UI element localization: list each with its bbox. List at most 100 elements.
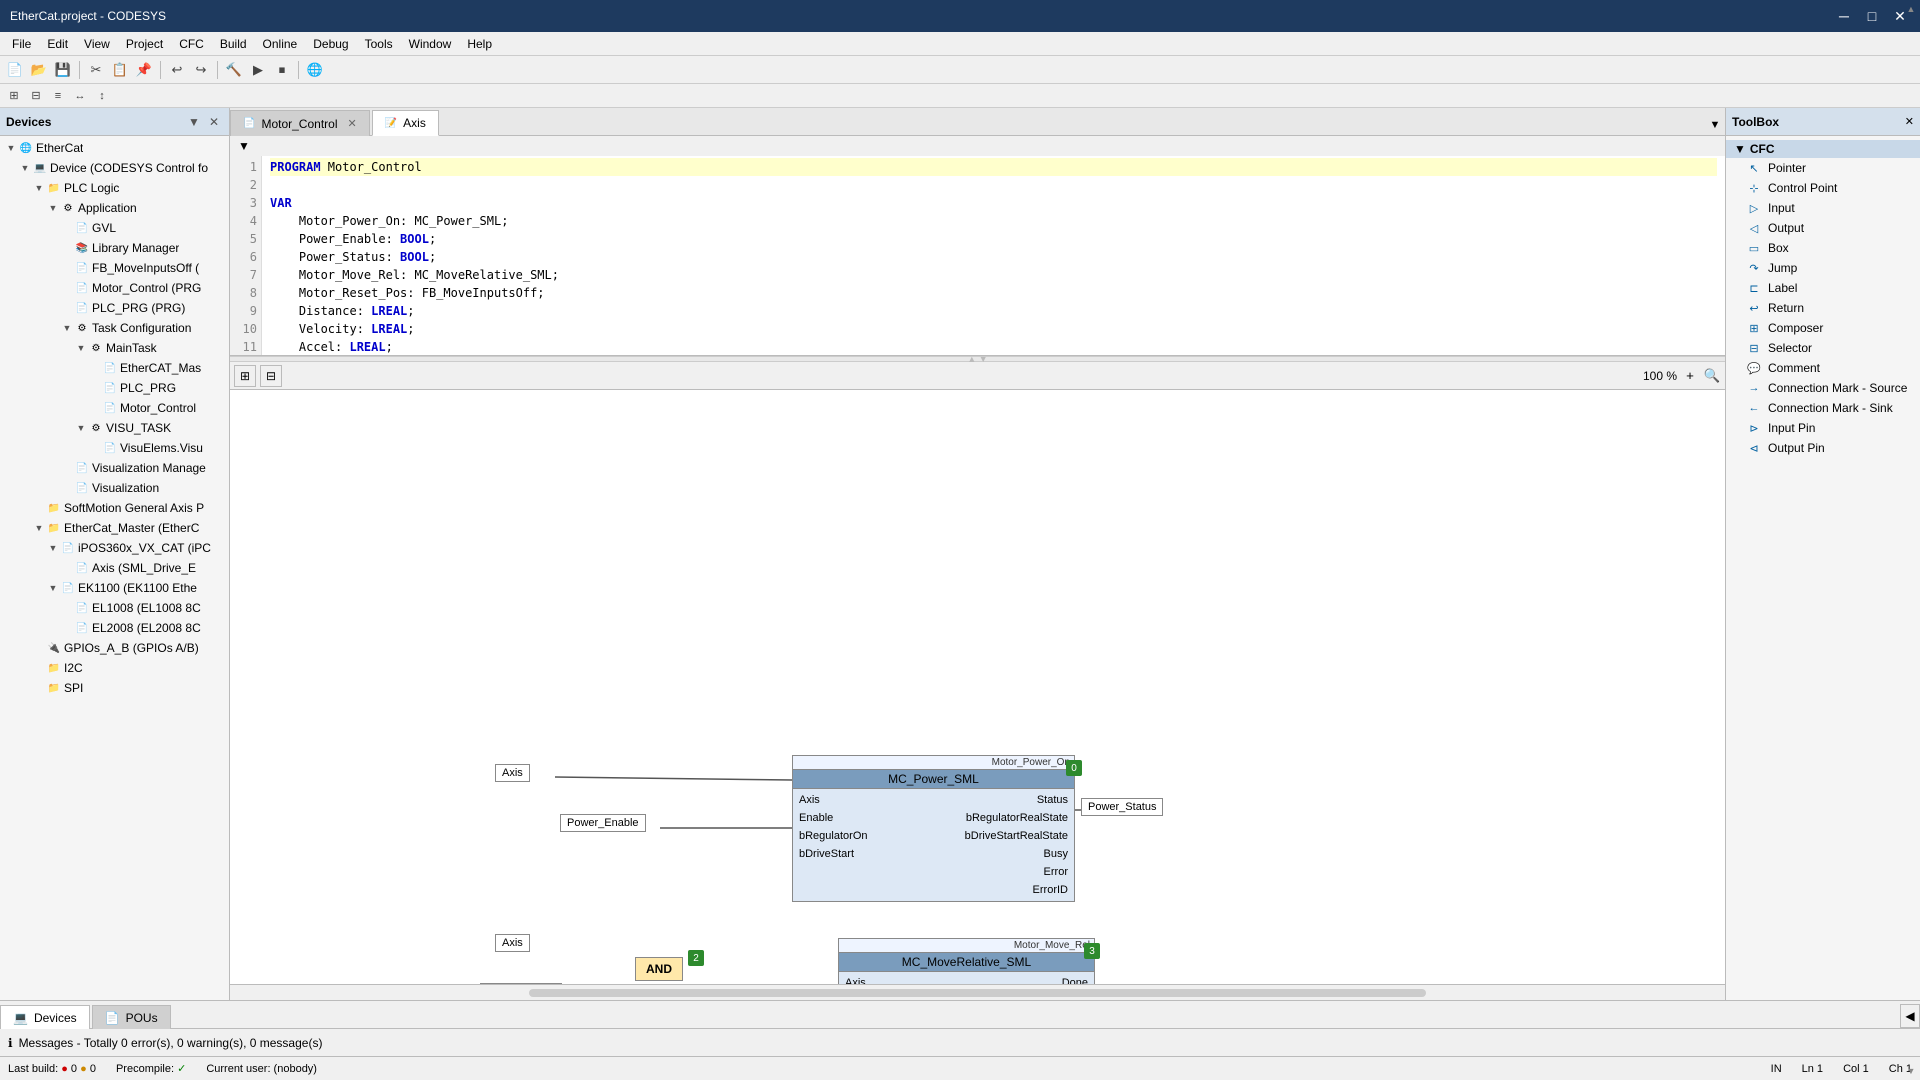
paste-btn[interactable]: 📌 [133,59,155,81]
tree-expand-arrow[interactable]: ▼ [60,323,74,333]
tree-item[interactable]: 📄PLC_PRG [0,378,229,398]
toolbox-item-jump[interactable]: ↷Jump [1726,258,1920,278]
tree-item[interactable]: 📄Axis (SML_Drive_E [0,558,229,578]
cfc-canvas[interactable]: Motor_Power_On MC_Power_SML Axis Enable … [230,390,1725,984]
code-text[interactable]: PROGRAM Motor_Control VAR Motor_Power_On… [262,156,1725,355]
tab-motor-control[interactable]: 📄 Motor_Control ✕ [230,110,370,136]
toolbox-item-box[interactable]: ▭Box [1726,238,1920,258]
cut-btn[interactable]: ✂ [85,59,107,81]
tree-item[interactable]: 📁SPI [0,678,229,698]
tree-item[interactable]: 📄FB_MoveInputsOff ( [0,258,229,278]
tb2-btn3[interactable]: ≡ [48,86,68,106]
panel-close-btn[interactable]: ✕ [205,113,223,131]
code-collapse[interactable]: ▼ [230,139,258,153]
toolbox-item-connection-mark---source[interactable]: →Connection Mark - Source [1726,378,1920,398]
tree-item[interactable]: 📄Motor_Control [0,398,229,418]
new-btn[interactable]: 📄 [4,59,26,81]
minimize-button[interactable]: ─ [1834,6,1854,26]
tree-item[interactable]: ▼📄EK1100 (EK1100 Ethe [0,578,229,598]
tree-item[interactable]: ▼⚙VISU_TASK [0,418,229,438]
zoom-out-btn[interactable]: 🔍 [1703,367,1721,385]
tb2-btn5[interactable]: ↕ [92,86,112,106]
tree-item[interactable]: ▼⚙MainTask [0,338,229,358]
cfc-hscroll-thumb[interactable] [529,989,1426,997]
toolbox-item-connection-mark---sink[interactable]: ←Connection Mark - Sink [1726,398,1920,418]
tree-expand-arrow[interactable]: ▼ [74,343,88,353]
tree-item[interactable]: ▼⚙Task Configuration [0,318,229,338]
tree-expand-arrow[interactable]: ▼ [46,543,60,553]
tree-item[interactable]: 📄EL1008 (EL1008 8C [0,598,229,618]
tree-expand-arrow[interactable]: ▼ [32,523,46,533]
open-btn[interactable]: 📂 [28,59,50,81]
toolbox-item-input-pin[interactable]: ⊳Input Pin [1726,418,1920,438]
menu-debug[interactable]: Debug [305,35,356,53]
toolbox-item-input[interactable]: ▷Input [1726,198,1920,218]
menu-tools[interactable]: Tools [357,35,401,53]
menu-build[interactable]: Build [212,35,255,53]
tree-item[interactable]: 📄Motor_Control (PRG [0,278,229,298]
zoom-in-btn[interactable]: + [1681,367,1699,385]
tree-expand-arrow[interactable]: ▼ [4,143,18,153]
tree-item[interactable]: 📄Visualization [0,478,229,498]
toolbox-item-comment[interactable]: 💬Comment [1726,358,1920,378]
tree-item[interactable]: 📄EL2008 (EL2008 8C [0,618,229,638]
tree-item[interactable]: 📚Library Manager [0,238,229,258]
tree-item[interactable]: 📄GVL [0,218,229,238]
tb2-btn2[interactable]: ⊟ [26,86,46,106]
menu-cfc[interactable]: CFC [171,35,212,53]
tree-item[interactable]: 📄VisuElems.Visu [0,438,229,458]
save-btn[interactable]: 💾 [52,59,74,81]
tree-item[interactable]: 📄Visualization Manage [0,458,229,478]
build-btn[interactable]: 🔨 [223,59,245,81]
toolbox-cfc-header[interactable]: ▼ CFC [1726,140,1920,158]
tab-dropdown-btn[interactable]: ▼ [1705,115,1725,135]
tree-item[interactable]: ▼📄iPOS360x_VX_CAT (iPC [0,538,229,558]
tree-item[interactable]: ▼📁EtherCat_Master (EtherC [0,518,229,538]
run-btn[interactable]: ▶ [247,59,269,81]
tree-item[interactable]: 📁SoftMotion General Axis P [0,498,229,518]
tree-item[interactable]: ▼⚙Application [0,198,229,218]
tree-item[interactable]: 🔌GPIOs_A_B (GPIOs A/B) [0,638,229,658]
toolbox-item-pointer[interactable]: ↖Pointer [1726,158,1920,178]
tree-item[interactable]: 📁I2C [0,658,229,678]
redo-btn[interactable]: ↪ [190,59,212,81]
copy-btn[interactable]: 📋 [109,59,131,81]
cfc-hscrollbar[interactable] [230,984,1725,1000]
bottom-tab-pous[interactable]: 📄 POUs [92,1005,171,1029]
tree-item[interactable]: ▼💻Device (CODESYS Control fo [0,158,229,178]
panel-settings-btn[interactable]: ▼ [185,113,203,131]
tab-motor-close[interactable]: ✕ [347,117,356,130]
toolbox-item-selector[interactable]: ⊟Selector [1726,338,1920,358]
tree-item[interactable]: ▼🌐EtherCat [0,138,229,158]
menu-edit[interactable]: Edit [39,35,76,53]
toolbox-item-control-point[interactable]: ⊹Control Point [1726,178,1920,198]
tab-axis[interactable]: 📝 Axis [372,110,439,136]
bottom-tab-devices[interactable]: 💻 Devices [0,1005,90,1029]
window-controls[interactable]: ─ □ ✕ [1834,6,1910,26]
tree-expand-arrow[interactable]: ▼ [74,423,88,433]
undo-btn[interactable]: ↩ [166,59,188,81]
tree-item[interactable]: 📄EtherCAT_Mas [0,358,229,378]
menu-project[interactable]: Project [118,35,171,53]
menu-online[interactable]: Online [255,35,306,53]
tree-item[interactable]: ▼📁PLC Logic [0,178,229,198]
toolbox-item-output[interactable]: ◁Output [1726,218,1920,238]
toolbox-item-label[interactable]: ⊏Label [1726,278,1920,298]
stop-btn[interactable]: ⏹ [271,59,293,81]
toolbox-item-output-pin[interactable]: ⊲Output Pin [1726,438,1920,458]
code-content[interactable]: 12345 67891011 PROGRAM Motor_Control VAR… [230,156,1725,355]
online-btn[interactable]: 🌐 [304,59,326,81]
tree-expand-arrow[interactable]: ▼ [18,163,32,173]
tb2-btn1[interactable]: ⊞ [4,86,24,106]
toolbox-item-composer[interactable]: ⊞Composer [1726,318,1920,338]
cfc-fit-btn[interactable]: ⊞ [234,365,256,387]
cfc-expand-btn[interactable]: ⊟ [260,365,282,387]
maximize-button[interactable]: □ [1862,6,1882,26]
tb2-btn4[interactable]: ↔ [70,86,90,106]
menu-view[interactable]: View [76,35,118,53]
tree-item[interactable]: 📄PLC_PRG (PRG) [0,298,229,318]
tree-expand-arrow[interactable]: ▼ [46,203,60,213]
menu-file[interactable]: File [4,35,39,53]
tree-expand-arrow[interactable]: ▼ [32,183,46,193]
menu-window[interactable]: Window [401,35,460,53]
